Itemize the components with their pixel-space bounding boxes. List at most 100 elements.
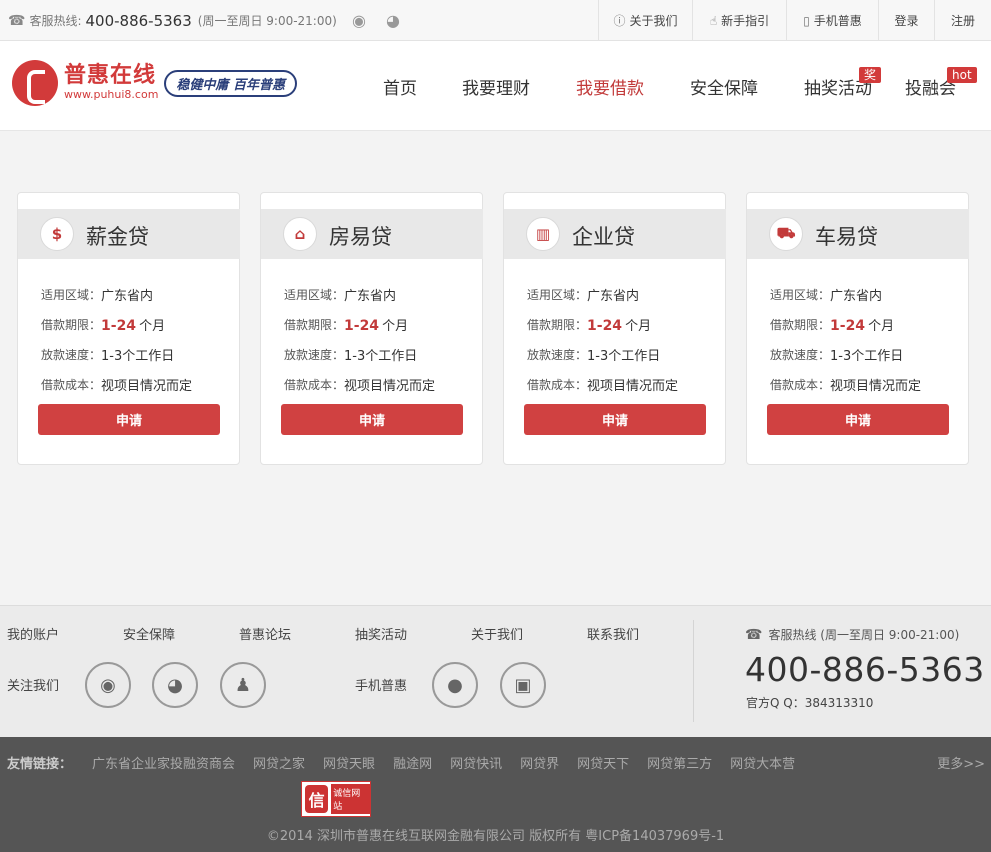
row-label: 借款期限：	[527, 317, 588, 332]
nav-invest[interactable]: 我要理财	[439, 41, 553, 131]
topbar-hotline: ☎ 客服热线: 400-886-5363 (周一至周日 9:00-21:00)	[8, 0, 337, 41]
more-links[interactable]: 更多>>	[937, 753, 985, 772]
truck-icon: ⛟	[769, 217, 803, 251]
footer-link-lottery[interactable]: 抽奖活动	[355, 624, 471, 643]
row-value: 广东省内	[587, 288, 640, 304]
footer-link-account[interactable]: 我的账户	[7, 624, 123, 643]
nav-label: 安全保障	[690, 78, 758, 99]
footer-qq: 官方Q Q：384313310	[746, 696, 874, 710]
cost-row: 借款成本： 视项目情况而定	[527, 369, 678, 399]
footer-link-security[interactable]: 安全保障	[123, 624, 239, 643]
region-row: 适用区域： 广东省内	[527, 279, 678, 309]
nav-borrow[interactable]: 我要借款	[553, 41, 667, 131]
weibo-icon[interactable]: ◉	[85, 662, 131, 708]
top-link-label: 手机普惠	[813, 14, 862, 28]
apply-button[interactable]: 申请	[524, 404, 706, 435]
row-label: 适用区域：	[527, 287, 588, 302]
term-unit: 个月	[139, 318, 166, 334]
term-unit: 个月	[868, 318, 895, 334]
apply-button[interactable]: 申请	[767, 404, 949, 435]
qq-icon[interactable]: ♟	[220, 662, 266, 708]
nav-lottery[interactable]: 抽奖活动 奖	[781, 41, 895, 131]
footer-link-forum[interactable]: 普惠论坛	[239, 624, 355, 643]
top-bar: ☎ 客服热线: 400-886-5363 (周一至周日 9:00-21:00) …	[0, 0, 991, 41]
hot-badge: hot	[947, 67, 977, 83]
apply-button[interactable]: 申请	[38, 404, 220, 435]
friend-link[interactable]: 融途网	[393, 753, 432, 772]
hand-pointer-icon: ☝	[709, 13, 718, 28]
friend-link[interactable]: 网贷快讯	[450, 753, 502, 772]
row-label: 放款速度：	[41, 347, 102, 362]
bottom-bar: 友情链接： 广东省企业家投融资商会 网贷之家 网贷天眼 融途网 网贷快讯 网贷界…	[0, 737, 991, 852]
friend-link[interactable]: 网贷之家	[253, 753, 305, 772]
login-link[interactable]: 登录	[878, 0, 934, 41]
card-details: 适用区域： 广东省内 借款期限： 1-24 个月 放款速度： 1-3个工作日 借款成本：…	[527, 279, 678, 399]
row-value: 视项目情况而定	[344, 378, 436, 394]
row-value: 1-3个工作日	[344, 348, 418, 364]
trust-site-badge[interactable]: 信 诚信网站	[301, 781, 371, 817]
friend-link[interactable]: 网贷天眼	[323, 753, 375, 772]
nav-home[interactable]: 首页	[361, 41, 439, 131]
row-value: 1-3个工作日	[830, 348, 904, 364]
hotline-number: 400-886-5363	[85, 11, 192, 30]
nav-label: 首页	[383, 78, 417, 99]
row-value: 视项目情况而定	[830, 378, 922, 394]
loan-card-salary: $ 薪金贷 适用区域： 广东省内 借款期限： 1-24 个月 放款速度： 1-3个工作日…	[17, 192, 240, 465]
logo-slogan: 稳健中庸 百年普惠	[164, 69, 297, 97]
site-logo[interactable]: 普惠在线 www.puhui8.com 稳健中庸 百年普惠	[12, 60, 297, 106]
row-label: 适用区域：	[770, 287, 831, 302]
footer-link-contact[interactable]: 联系我们	[587, 624, 703, 643]
nav-security[interactable]: 安全保障	[667, 41, 781, 131]
top-link-about[interactable]: ⓘ 关于我们	[598, 0, 692, 41]
top-link-mobile[interactable]: ▯ 手机普惠	[786, 0, 878, 41]
friend-link[interactable]: 网贷界	[520, 753, 559, 772]
row-label: 适用区域：	[41, 287, 102, 302]
loan-card-house: ⌂ 房易贷 适用区域： 广东省内 借款期限： 1-24 个月 放款速度： 1-3个工作日…	[260, 192, 483, 465]
trust-badge-icon: 信	[305, 785, 329, 813]
copyright: ©2014 深圳市普惠在线互联网金融有限公司 版权所有 粤ICP备1403796…	[266, 829, 725, 844]
row-label: 放款速度：	[527, 347, 588, 362]
apple-icon[interactable]: ●	[432, 662, 478, 708]
region-row: 适用区域： 广东省内	[284, 279, 435, 309]
phone-icon: ☎	[8, 12, 26, 29]
top-link-guide[interactable]: ☝ 新手指引	[692, 0, 786, 41]
wechat-icon[interactable]: ◕	[386, 11, 400, 30]
region-row: 适用区域： 广东省内	[41, 279, 192, 309]
friend-link[interactable]: 网贷第三方	[647, 753, 712, 772]
register-link[interactable]: 注册	[934, 0, 991, 41]
loan-card-business: ▥ 企业贷 适用区域： 广东省内 借款期限： 1-24 个月 放款速度： 1-3个工作日…	[503, 192, 726, 465]
speed-row: 放款速度： 1-3个工作日	[527, 339, 678, 369]
card-details: 适用区域： 广东省内 借款期限： 1-24 个月 放款速度： 1-3个工作日 借款成本：…	[284, 279, 435, 399]
info-icon: ⓘ	[613, 14, 626, 28]
friend-link[interactable]: 网贷大本营	[730, 753, 795, 772]
nav-financing[interactable]: 投融会 hot	[895, 41, 991, 131]
term-unit: 个月	[382, 318, 409, 334]
term-value: 1-24	[587, 317, 623, 334]
speed-row: 放款速度： 1-3个工作日	[770, 339, 921, 369]
row-label: 放款速度：	[770, 347, 831, 362]
android-icon[interactable]: ▣	[500, 662, 546, 708]
friend-link[interactable]: 广东省企业家投融资商会	[92, 753, 235, 772]
friend-link[interactable]: 网贷天下	[577, 753, 629, 772]
logo-text: 普惠在线 www.puhui8.com	[64, 64, 158, 102]
top-link-label: 新手指引	[721, 14, 770, 28]
row-value: 1-3个工作日	[101, 348, 175, 364]
nav-label: 我要理财	[462, 78, 530, 99]
row-label: 适用区域：	[284, 287, 345, 302]
wechat-icon[interactable]: ◕	[152, 662, 198, 708]
weibo-icon[interactable]: ◉	[352, 11, 366, 30]
row-value: 视项目情况而定	[587, 378, 679, 394]
row-label: 放款速度：	[284, 347, 345, 362]
phone-icon: ☎	[745, 627, 763, 643]
friend-links: 友情链接： 广东省企业家投融资商会 网贷之家 网贷天眼 融途网 网贷快讯 网贷界…	[7, 753, 813, 772]
apply-button[interactable]: 申请	[281, 404, 463, 435]
site-footer: 我的账户 安全保障 普惠论坛 抽奖活动 关于我们 联系我们 关注我们 ◉ ◕ ♟…	[0, 605, 991, 737]
footer-links: 我的账户 安全保障 普惠论坛 抽奖活动 关于我们 联系我们	[7, 624, 703, 643]
row-label: 借款期限：	[41, 317, 102, 332]
footer-link-about[interactable]: 关于我们	[471, 624, 587, 643]
cost-row: 借款成本： 视项目情况而定	[41, 369, 192, 399]
loan-card-car: ⛟ 车易贷 适用区域： 广东省内 借款期限： 1-24 个月 放款速度： 1-3个工作日…	[746, 192, 969, 465]
cost-row: 借款成本： 视项目情况而定	[770, 369, 921, 399]
row-label: 借款成本：	[41, 377, 102, 392]
follow-label: 关注我们	[7, 679, 60, 694]
